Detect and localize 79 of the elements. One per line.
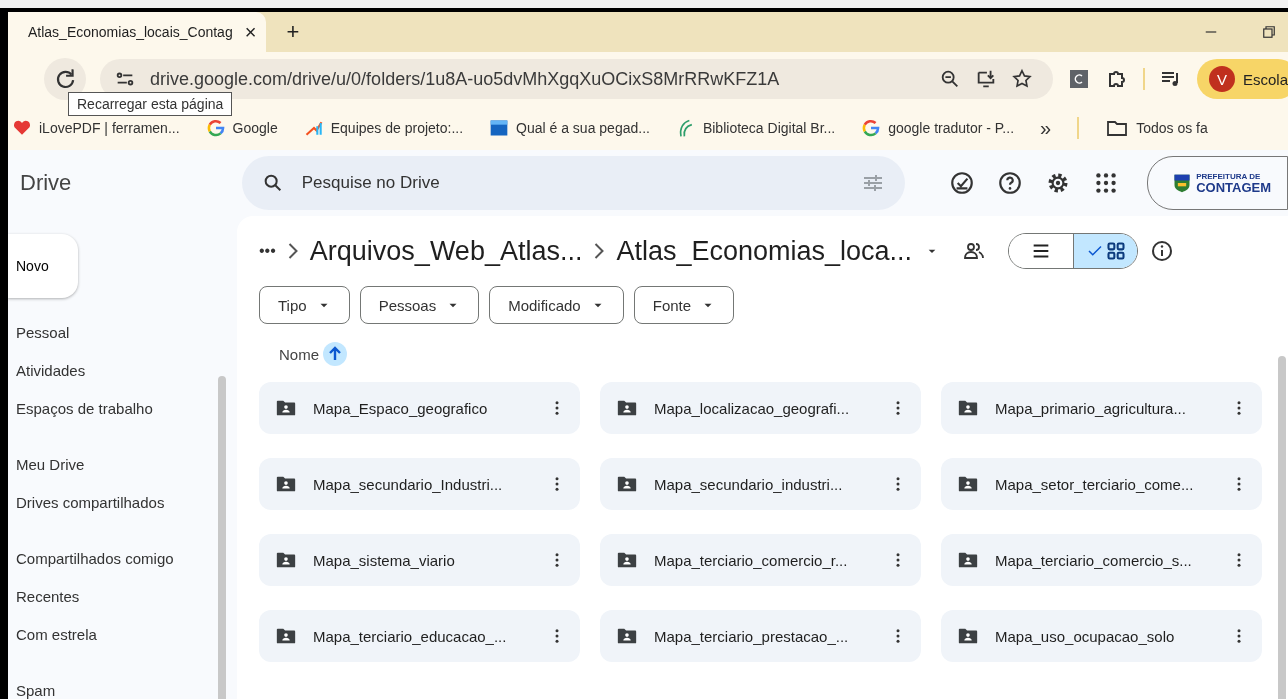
bookmark-link[interactable]: Qual é a sua pegad... bbox=[489, 118, 650, 138]
folder-card[interactable]: Mapa_uso_ocupacao_solo bbox=[941, 610, 1262, 662]
filter-chip[interactable]: Tipo bbox=[259, 286, 350, 324]
scrollbar[interactable] bbox=[218, 376, 226, 699]
folder-name: Mapa_Espaco_geografico bbox=[313, 399, 489, 417]
app-name: Drive bbox=[19, 170, 73, 196]
grid-view-button[interactable] bbox=[1073, 234, 1138, 268]
filter-chip[interactable]: Modificado bbox=[489, 286, 624, 324]
profile-button[interactable]: V Escola bbox=[1196, 59, 1288, 99]
breadcrumb-link[interactable]: Arquivos_Web_Atlas... bbox=[309, 235, 583, 267]
sort-label[interactable]: Nome bbox=[279, 345, 319, 363]
sidebar-item[interactable]: Espaços de trabalho bbox=[8, 400, 237, 419]
folder-name: Mapa_terciario_educacao_... bbox=[313, 627, 508, 645]
search-input[interactable]: Pesquise no Drive bbox=[299, 172, 846, 194]
folder-name: Mapa_secundario_industri... bbox=[654, 475, 844, 493]
folder-name: Mapa_terciario_prestacao_... bbox=[654, 627, 850, 645]
breadcrumb-link[interactable]: Atlas_Economias_loca... bbox=[616, 235, 913, 267]
bookmark-link[interactable]: Biblioteca Digital Br... bbox=[675, 118, 836, 138]
folder-card[interactable]: Mapa_terciario_educacao_... bbox=[259, 610, 580, 662]
folder-card[interactable]: Mapa_setor_terciario_come... bbox=[941, 458, 1262, 510]
chevron-right-icon bbox=[287, 243, 298, 259]
new-button[interactable]: Novo bbox=[8, 234, 78, 298]
folder-name: Mapa_localizacao_geografi... bbox=[654, 399, 851, 417]
folder-card[interactable]: Mapa_primario_agricultura... bbox=[941, 382, 1262, 434]
folder-card[interactable]: Mapa_Espaco_geografico bbox=[259, 382, 580, 434]
url-text[interactable]: drive.google.com/drive/u/0/folders/1u8A-uo5dvMhXgqXuOCixS8MrRRwKFZ1A bbox=[150, 68, 780, 90]
filter-chip[interactable]: Fonte bbox=[633, 286, 735, 324]
square-icon bbox=[489, 118, 510, 138]
help-icon[interactable] bbox=[997, 170, 1024, 196]
info-icon[interactable] bbox=[1150, 239, 1175, 263]
folder-name: Mapa_uso_ocupacao_solo bbox=[995, 627, 1176, 645]
folder-card[interactable]: Mapa_secundario_industri... bbox=[600, 458, 921, 510]
grid-icon bbox=[1105, 241, 1126, 261]
filter-chip[interactable]: Pessoas bbox=[359, 286, 480, 324]
sidebar-item[interactable]: Meu Drive bbox=[8, 456, 237, 475]
folder-name: Mapa_sistema_viario bbox=[313, 551, 456, 569]
sidebar-item[interactable]: Com estrela bbox=[8, 626, 237, 645]
reload-tooltip: Recarregar esta página bbox=[68, 92, 233, 116]
bookmark-link[interactable]: Equipes de projeto:... bbox=[303, 118, 464, 138]
folder-name: Mapa_setor_terciario_come... bbox=[995, 475, 1195, 493]
folder-name: Mapa_terciario_comercio_s... bbox=[995, 551, 1193, 569]
more-bookmarks-button[interactable]: » bbox=[1040, 116, 1052, 140]
restore-icon[interactable] bbox=[1260, 23, 1278, 41]
google-g-icon bbox=[205, 118, 226, 138]
bookmark-link[interactable]: Google bbox=[205, 118, 278, 138]
sidebar-item[interactable]: Spam bbox=[8, 682, 237, 699]
chevron-right-icon bbox=[594, 243, 605, 259]
account-button[interactable]: PREFEITURA DE CONTAGEM bbox=[1147, 156, 1288, 210]
sidebar-item[interactable]: Drives compartilhados bbox=[8, 494, 237, 513]
sidebar-item[interactable]: Recentes bbox=[8, 588, 237, 607]
organization-logo: PREFEITURA DE CONTAGEM bbox=[1196, 172, 1271, 194]
sidebar-item[interactable]: Pessoal bbox=[8, 324, 237, 343]
folder-card[interactable]: Mapa_terciario_prestacao_... bbox=[600, 610, 921, 662]
address-bar[interactable]: drive.google.com/drive/u/0/folders/1u8A-uo5dvMhXgqXuOCixS8MrRRwKFZ1A bbox=[100, 59, 1053, 99]
breadcrumb-more-button[interactable]: ••• bbox=[259, 242, 276, 260]
reload-icon[interactable] bbox=[44, 58, 86, 100]
google-g-icon bbox=[861, 118, 882, 138]
sidebar-item[interactable]: Compartilhados comigo bbox=[8, 550, 237, 569]
folder-card[interactable]: Mapa_terciario_comercio_r... bbox=[600, 534, 921, 586]
search-field[interactable]: Pesquise no Drive bbox=[241, 156, 906, 210]
folder-name: Mapa_secundario_Industri... bbox=[313, 475, 504, 493]
sidebar-item[interactable]: Atividades bbox=[8, 362, 237, 381]
folder-card[interactable]: Mapa_secundario_Industri... bbox=[259, 458, 580, 510]
offline-check-icon[interactable] bbox=[949, 170, 976, 196]
new-tab-button[interactable]: + bbox=[280, 19, 306, 45]
all-bookmarks-link[interactable]: Todos os fa bbox=[1105, 116, 1208, 140]
folder-card[interactable]: Mapa_terciario_comercio_s... bbox=[941, 534, 1262, 586]
folder-card[interactable]: Mapa_localizacao_geografi... bbox=[600, 382, 921, 434]
close-tab-button[interactable]: × bbox=[240, 20, 261, 44]
folder-name: Mapa_primario_agricultura... bbox=[995, 399, 1187, 417]
scrollbar[interactable] bbox=[1278, 356, 1286, 699]
profile-label: Escola bbox=[1242, 70, 1288, 88]
bookmark-link[interactable]: google tradutor - P... bbox=[861, 118, 1015, 138]
browser-tab[interactable]: Atlas_Economias_locais_Contag × bbox=[8, 12, 267, 52]
avatar-initial: V bbox=[1208, 66, 1235, 92]
folder-name: Mapa_terciario_comercio_r... bbox=[654, 551, 849, 569]
folder-card[interactable]: Mapa_sistema_viario bbox=[259, 534, 580, 586]
bookmark-link[interactable]: iLovePDF | ferramen... bbox=[12, 118, 180, 138]
star-icon[interactable] bbox=[1010, 68, 1033, 90]
